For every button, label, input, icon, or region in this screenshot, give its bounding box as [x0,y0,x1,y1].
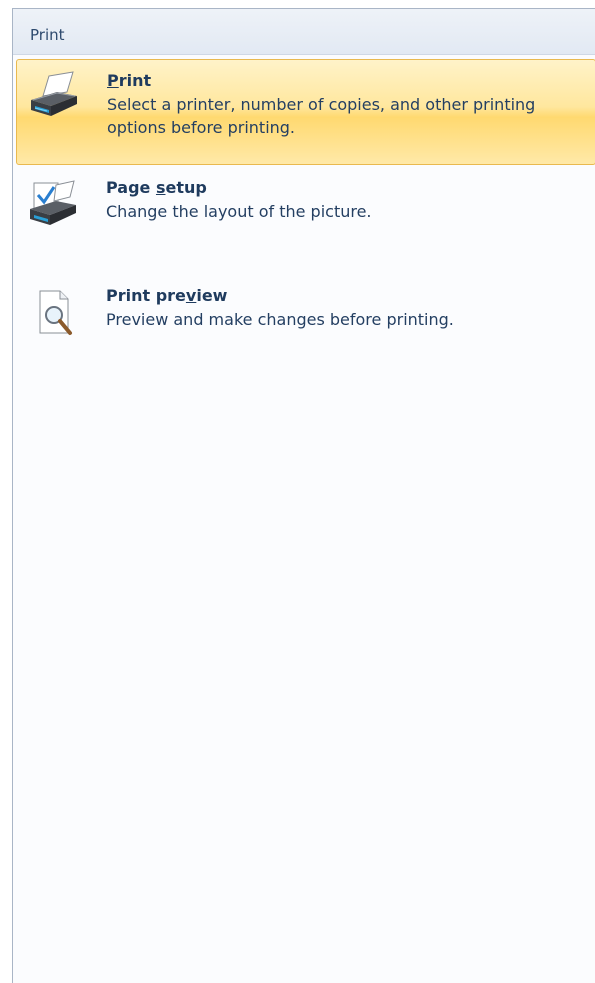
menu-item-title: Print [107,71,152,90]
printer-icon [31,71,77,116]
menu-item-print[interactable]: Print Select a printer, number of copies… [16,59,595,165]
menu-item-title: Print preview [106,286,228,305]
page-setup-icon [30,180,76,225]
menu-item-description: Select a printer, number of copies, and … [107,95,536,137]
print-preview-icon [39,290,72,335]
menu-item-title: Page setup [106,178,207,197]
menu-item-print-preview[interactable]: Print preview Preview and make changes b… [16,275,595,375]
menu-item-description: Preview and make changes before printing… [106,310,454,329]
menu-item-page-setup[interactable]: Page setup Change the layout of the pict… [16,167,595,267]
menu-item-description: Change the layout of the picture. [106,202,372,221]
print-submenu-panel: Print Print Select a printer, number of … [12,8,595,983]
panel-header: Print [13,9,595,55]
